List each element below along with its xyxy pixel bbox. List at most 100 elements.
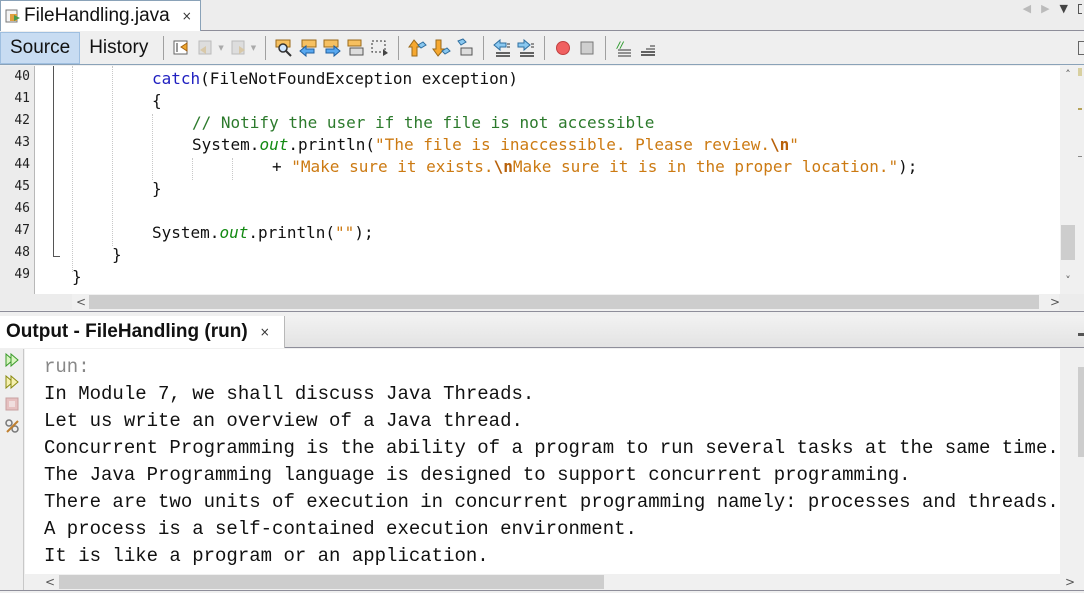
scroll-left-icon[interactable]: < [76,294,86,310]
editor-horizontal-scroll-thumb[interactable] [89,295,1039,309]
output-line: run: [44,356,90,378]
code-text: ); [898,157,918,176]
code-fold-margin[interactable] [36,66,54,294]
line-number: 40 [14,69,30,84]
last-edit-icon[interactable] [172,38,192,58]
editor-tab-strip: FileHandling.java × ◀ ▶ ▼ [0,0,1084,31]
tab-navigation: ◀ ▶ ▼ [1023,2,1084,15]
output-line: In Module 7, we shall discuss Java Threa… [44,383,535,405]
shift-right-icon[interactable] [516,38,536,58]
editor-tab-filehandling[interactable]: FileHandling.java × [0,0,201,31]
code-text: System. [192,135,260,154]
start-macro-icon[interactable] [553,38,573,58]
scroll-down-icon[interactable]: ˅ [1060,274,1076,287]
line-number: 42 [14,113,30,128]
previous-bookmark-icon[interactable] [407,38,427,58]
toolbar-separator [605,35,607,60]
escape-sequence: \n [493,157,513,176]
code-text: + [272,157,292,176]
string-literal: "" [335,223,355,242]
rerun-icon[interactable] [3,351,21,369]
line-number: 49 [14,267,30,282]
output-line: The Java Programming language is designe… [44,464,911,486]
code-line-43: System.out.println("The file is inaccess… [192,134,799,156]
indent-guide [232,158,233,180]
output-horizontal-scrollbar[interactable]: < > [25,574,1084,590]
code-text: .println( [248,223,336,242]
line-number: 44 [14,157,30,172]
code-line-40: catch(FileNotFoundException exception) [152,68,518,90]
code-editor[interactable]: 40 41 42 43 44 45 46 47 48 49 catch(File… [0,66,1084,294]
scroll-right-icon[interactable]: > [1065,574,1075,590]
rectangular-selection-icon[interactable] [370,38,390,58]
source-view-button[interactable]: Source [0,31,81,64]
output-horizontal-scroll-thumb[interactable] [59,575,604,589]
output-line: A process is a self-contained execution … [44,518,637,540]
indent-guide [72,66,73,272]
find-previous-icon[interactable] [298,38,318,58]
line-number: 43 [14,135,30,150]
output-console[interactable]: run: In Module 7, we shall discuss Java … [25,349,1060,574]
string-literal: " [789,135,799,154]
error-stripe-mark[interactable] [1078,108,1082,110]
toggle-highlight-icon[interactable] [346,38,366,58]
next-bookmark-icon[interactable] [431,38,451,58]
code-text: .println( [288,135,376,154]
error-stripe-status-icon[interactable] [1078,68,1082,76]
find-next-icon[interactable] [322,38,342,58]
error-stripe-mark[interactable] [1078,156,1082,157]
code-line-44: + "Make sure it exists.\nMake sure it is… [272,156,917,178]
close-tab-icon[interactable]: × [182,9,192,23]
output-tab[interactable]: Output - FileHandling (run) × [0,316,285,348]
show-opened-documents-icon[interactable]: ▼ [1060,2,1068,15]
line-number: 46 [14,201,30,216]
toolbar-separator [163,35,165,60]
string-literal: "Make sure it exists. [291,157,494,176]
toolbar-separator [265,35,267,60]
line-number: 45 [14,179,30,194]
scroll-tabs-left-icon[interactable]: ◀ [1023,2,1031,15]
minimize-window-icon[interactable] [1078,333,1084,336]
fold-indicator[interactable] [53,66,54,257]
editor-vertical-scrollbar[interactable]: ˄ ˅ [1060,66,1076,294]
output-vertical-scroll-thumb[interactable] [1078,367,1084,457]
toolbar-overflow-icon[interactable] [1078,41,1084,55]
line-number-gutter: 40 41 42 43 44 45 46 47 48 49 [0,66,35,294]
back-dropdown-icon[interactable]: ▼ [218,44,223,52]
output-vertical-scrollbar[interactable] [1077,349,1084,574]
scroll-left-icon[interactable]: < [45,574,55,590]
line-number: 48 [14,245,30,260]
code-line-42-comment: // Notify the user if the file is not ac… [192,113,655,132]
stop-icon[interactable] [3,395,21,413]
string-literal: "The file is inaccessible. Please review… [375,135,770,154]
stop-macro-icon[interactable] [577,38,597,58]
editor-horizontal-scrollbar[interactable]: < > [0,294,1084,310]
rerun-with-options-icon[interactable] [3,373,21,391]
output-line: Let us write an overview of a Java threa… [44,410,523,432]
settings-icon[interactable] [3,417,21,435]
maximize-window-icon[interactable] [1078,3,1082,14]
error-stripe[interactable] [1076,66,1084,294]
netbeans-ide: FileHandling.java × ◀ ▶ ▼ Source History… [0,0,1084,593]
toolbar-separator [483,35,485,60]
close-output-icon[interactable]: × [260,325,270,339]
string-literal: Make sure it is in the proper location." [512,157,899,176]
editor-vertical-scroll-thumb[interactable] [1061,225,1075,260]
toggle-bookmark-icon[interactable] [455,37,475,58]
history-view-button[interactable]: History [80,32,157,64]
scroll-up-icon[interactable]: ˄ [1060,68,1076,81]
scroll-tabs-right-icon[interactable]: ▶ [1041,2,1049,15]
back-icon[interactable] [196,38,216,58]
output-side-toolbar [0,349,24,593]
code-line-49: } [72,267,82,286]
find-selection-icon[interactable] [274,38,294,58]
toolbar-separator [398,35,400,60]
toolbar-separator [544,35,546,60]
shift-left-icon[interactable] [492,38,512,58]
uncomment-icon[interactable] [638,38,658,58]
comment-icon[interactable]: // [614,38,634,58]
scroll-right-icon[interactable]: > [1050,294,1060,310]
forward-dropdown-icon[interactable]: ▼ [251,44,256,52]
forward-icon[interactable] [229,38,249,58]
escape-sequence: \n [770,135,790,154]
